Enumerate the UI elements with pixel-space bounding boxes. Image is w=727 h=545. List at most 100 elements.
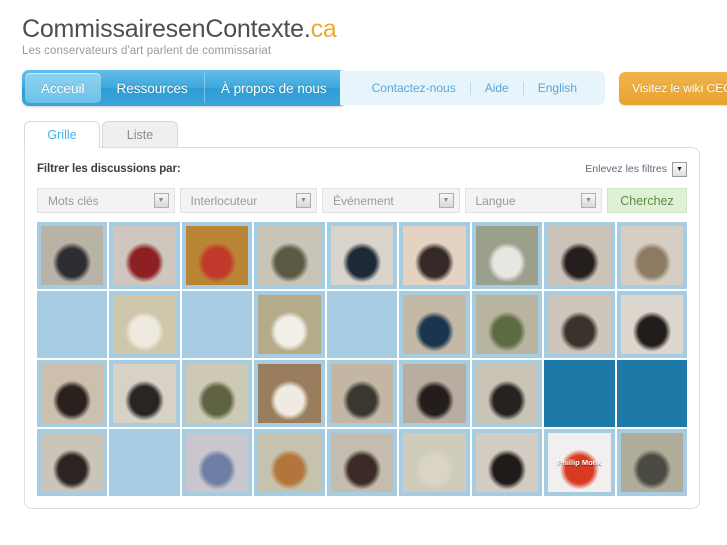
participant-photo <box>41 433 104 492</box>
grid-photo-cell[interactable] <box>616 291 687 359</box>
chevron-down-icon: ▼ <box>296 193 311 209</box>
grid-photo-cell[interactable] <box>109 222 180 290</box>
filter-select-mots-cles[interactable]: Mots clés ▼ <box>37 188 175 214</box>
grid-photo-cell[interactable] <box>109 291 180 359</box>
participant-photo <box>475 433 539 492</box>
participant-photo <box>548 295 611 355</box>
participant-photo <box>330 364 394 424</box>
nav-secondary-item-2[interactable]: Aide <box>471 81 523 95</box>
grid-photo-cell[interactable] <box>254 222 325 290</box>
nav-item-1[interactable]: Acceuil <box>25 73 101 104</box>
chevron-down-icon: ▼ <box>672 161 687 177</box>
chevron-down-icon: ▼ <box>153 193 169 209</box>
grid-photo-cell[interactable] <box>326 429 398 496</box>
grid-photo-cell[interactable] <box>471 291 543 359</box>
grid-photo-cell[interactable] <box>616 429 687 496</box>
participant-photo <box>113 226 176 286</box>
nav-item-2[interactable]: Ressources <box>101 73 205 104</box>
site-tagline: Les conservateurs d'art parlent de commi… <box>22 45 272 58</box>
clear-filters-label: Enlevez les filtres <box>585 163 667 176</box>
grid-photo-cell[interactable] <box>544 291 615 359</box>
participant-photo <box>403 364 466 423</box>
filter-header: Filtrer les discussions par: Enlevez les… <box>37 158 687 180</box>
nav-secondary-item-1[interactable]: Contactez-nous <box>358 81 470 95</box>
participant-photo <box>185 226 249 286</box>
grid-photo-cell[interactable] <box>37 222 108 290</box>
grid-photo-cell[interactable] <box>37 360 108 427</box>
participant-photo <box>185 433 249 492</box>
participant-photo <box>403 226 466 286</box>
nav-secondary-item-3[interactable]: English <box>524 81 591 95</box>
participant-photo <box>475 295 539 355</box>
grid-empty-cell <box>181 291 253 359</box>
clear-filters-control[interactable]: Enlevez les filtres ▼ <box>585 161 687 177</box>
grid-photo-cell[interactable] <box>471 360 543 428</box>
grid-photo-cell[interactable] <box>544 222 615 290</box>
grid-photo-cell[interactable] <box>254 291 325 359</box>
participant-photo <box>403 295 466 355</box>
site-logo-name: CommissairesenContexte. <box>22 15 311 43</box>
filter-bar: Mots clés ▼ Interlocuteur ▼ Événement ▼ Langue… <box>37 188 687 214</box>
grid-photo-cell[interactable] <box>399 429 470 496</box>
grid-photo-cell[interactable] <box>399 291 470 359</box>
participant-photo <box>41 226 104 286</box>
participant-photo <box>258 364 321 423</box>
participant-photo <box>330 433 394 492</box>
site-logo-title: CommissairesenContexte.ca <box>22 16 727 42</box>
filter-select-langue[interactable]: Langue ▼ <box>464 188 602 214</box>
filter-select-interlocuteur[interactable]: Interlocuteur ▼ <box>179 188 317 214</box>
grid-photo-cell[interactable] <box>254 360 325 427</box>
grid-empty-cell <box>616 360 687 427</box>
grid-empty-cell <box>544 360 615 427</box>
grid-photo-cell[interactable]: Phillip Monk <box>544 429 615 496</box>
participant-photo <box>620 226 683 286</box>
participant-photo <box>258 226 321 286</box>
participant-photo <box>330 226 394 286</box>
grid-empty-cell <box>37 291 108 359</box>
participant-photo <box>185 364 249 424</box>
site-header: CommissairesenContexte.ca Les conservate… <box>0 0 727 57</box>
tab-grille[interactable]: Grille <box>24 121 100 149</box>
content-panel: Filtrer les discussions par: Enlevez les… <box>24 147 700 509</box>
grid-photo-cell[interactable] <box>326 360 398 428</box>
grid-photo-cell[interactable] <box>109 360 180 427</box>
grid-photo-cell[interactable] <box>254 429 325 496</box>
grid-photo-cell[interactable] <box>326 222 398 290</box>
grid-photo-cell[interactable] <box>471 222 543 290</box>
participant-photo <box>41 364 104 423</box>
search-button[interactable]: Cherchez <box>607 188 687 214</box>
filter-select-value: Langue <box>475 193 516 208</box>
participant-photo <box>548 433 611 492</box>
filter-select-value: Mots clés <box>48 193 99 208</box>
chevron-down-icon: ▼ <box>438 193 454 209</box>
view-tabs: Grille Liste <box>24 120 727 149</box>
primary-nav: Acceuil Ressources À propos de nous <box>22 70 346 107</box>
participant-photo <box>258 433 321 492</box>
grid-photo-cell[interactable] <box>399 222 470 290</box>
filter-select-value: Événement <box>333 193 394 208</box>
participant-photo <box>403 433 466 492</box>
grid-empty-cell <box>109 429 180 496</box>
filter-select-evenement[interactable]: Événement ▼ <box>322 188 460 214</box>
site-logo-tld: ca <box>310 15 337 43</box>
main-navigation: Acceuil Ressources À propos de nous Contac… <box>22 70 727 107</box>
grid-photo-cell[interactable] <box>616 222 687 290</box>
visit-wiki-button[interactable]: Visitez le wiki CEC <box>619 71 727 105</box>
filter-select-value: Interlocuteur <box>190 193 258 208</box>
grid-photo-cell[interactable] <box>399 360 470 427</box>
filter-heading: Filtrer les discussions par: <box>37 163 181 176</box>
participant-photo <box>548 226 611 286</box>
participant-photo <box>258 295 321 355</box>
grid-photo-cell[interactable] <box>471 429 543 496</box>
participant-photo <box>113 364 176 423</box>
participant-photo <box>475 226 539 286</box>
grid-photo-cell[interactable] <box>181 360 253 428</box>
grid-photo-cell[interactable] <box>181 222 253 290</box>
nav-item-3[interactable]: À propos de nous <box>205 73 343 103</box>
participant-photo <box>475 364 539 424</box>
participant-photo <box>113 295 176 355</box>
tab-liste[interactable]: Liste <box>102 121 178 148</box>
grid-photo-cell[interactable] <box>37 429 108 496</box>
grid-photo-cell[interactable] <box>181 429 253 496</box>
secondary-nav: Contactez-nous Aide English <box>339 71 606 106</box>
